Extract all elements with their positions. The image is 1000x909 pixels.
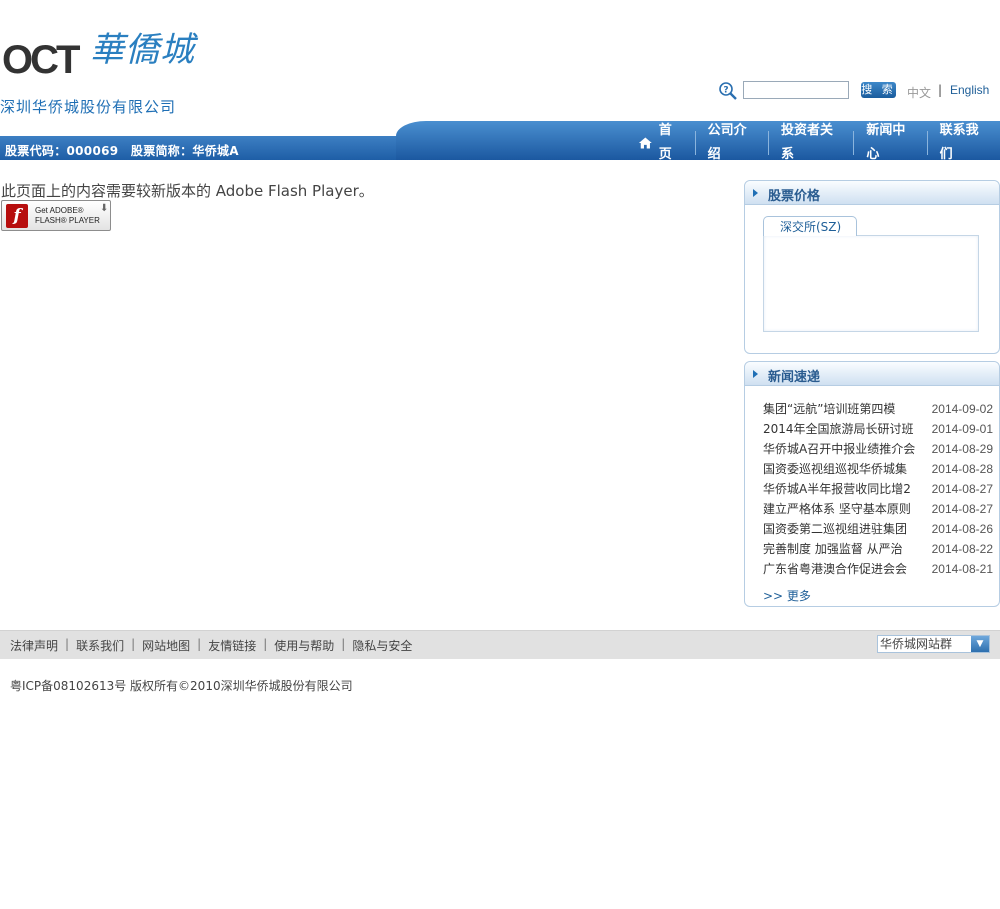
nav-item-label: 公司介绍 (707, 123, 747, 162)
site-group-select[interactable]: 华侨城网站群 ▼ (877, 635, 990, 653)
news-item[interactable]: 2014年全国旅游局长研讨班 2014-09-01 (763, 419, 993, 439)
news-panel: 新闻速递 集团“远航”培训班第四模 2014-09-02 2014年全国旅游局长研… (744, 361, 1000, 607)
stock-code: 股票代码：000069 (5, 144, 119, 158)
footer-separator: | (197, 637, 202, 651)
stock-info: 股票代码：000069 股票简称：华侨城A (5, 142, 247, 159)
news-item[interactable]: 广东省粤港澳合作促进会会 2014-08-21 (763, 559, 993, 579)
download-arrow-icon: ⬇ (100, 203, 109, 214)
site-group-value: 华侨城网站群 (880, 637, 953, 651)
news-date: 2014-08-27 (931, 502, 993, 516)
nav-item-label: 投资者关系 (780, 123, 833, 162)
footer-separator: | (263, 637, 268, 651)
footer-separator: | (341, 637, 346, 651)
nav-item-news[interactable]: 新闻中心 (854, 123, 928, 162)
footer-links: 法律声明 | 联系我们 | 网站地图 | 友情链接 | 使用与帮助 | 隐私与安… (10, 637, 412, 654)
nav-item-company[interactable]: 公司介绍 (696, 123, 769, 162)
nav-item-label: 联系我们 (939, 123, 979, 162)
footer-link-contact[interactable]: 联系我们 (76, 637, 124, 654)
news-title[interactable]: 建立严格体系 坚守基本原则 (763, 499, 918, 519)
flash-button-get: Get ADOBE® (35, 206, 84, 215)
news-title[interactable]: 集团“远航”培训班第四模 (763, 399, 918, 419)
news-date: 2014-08-21 (931, 562, 993, 576)
language-separator: | (938, 83, 943, 97)
news-item[interactable]: 华侨城A半年报营收同比增2 2014-08-27 (763, 479, 993, 499)
flash-required-message: 此页面上的内容需要较新版本的 Adobe Flash Player。 (1, 182, 374, 200)
footer-separator: | (65, 637, 70, 651)
get-flash-player-button[interactable]: f Get ADOBE® FLASH® PLAYER ⬇ (1, 200, 111, 231)
nav-item-contact[interactable]: 联系我们 (928, 123, 1000, 162)
footer-link-sitemap[interactable]: 网站地图 (142, 637, 190, 654)
company-logo[interactable]: OCT 華僑城 深圳华侨城股份有限公司 (0, 22, 200, 117)
language-chinese-link[interactable]: 中文 (907, 84, 931, 101)
copyright-text: 粤ICP备08102613号 版权所有©2010深圳华侨城股份有限公司 (10, 679, 353, 693)
panel-title: 新闻速递 (768, 370, 821, 385)
flash-button-text: Get ADOBE® FLASH® PLAYER (35, 206, 100, 226)
news-date: 2014-09-01 (931, 422, 993, 436)
logo-oct-text: OCT (2, 38, 80, 82)
news-more-link[interactable]: >> 更多 (763, 587, 811, 604)
flash-button-product: FLASH® PLAYER (35, 216, 100, 225)
news-date: 2014-08-26 (931, 522, 993, 536)
stock-short-name: 股票简称：华侨城A (130, 144, 239, 158)
news-title[interactable]: 广东省粤港澳合作促进会会 (763, 559, 918, 579)
news-list: 集团“远航”培训班第四模 2014-09-02 2014年全国旅游局长研讨班 201… (763, 399, 993, 579)
news-item[interactable]: 完善制度 加强监督 从严治 2014-08-22 (763, 539, 993, 559)
nav-item-label: 新闻中心 (866, 123, 906, 162)
news-item[interactable]: 国资委第二巡视组进驻集团 2014-08-26 (763, 519, 993, 539)
footer-link-privacy[interactable]: 隐私与安全 (352, 637, 412, 654)
news-title[interactable]: 国资委第二巡视组进驻集团 (763, 519, 918, 539)
stock-price-panel: 股票价格 深交所(SZ) (744, 180, 1000, 354)
svg-text:?: ? (723, 86, 728, 96)
news-date: 2014-08-28 (931, 462, 993, 476)
home-icon (638, 137, 652, 149)
news-item[interactable]: 集团“远航”培训班第四模 2014-09-02 (763, 399, 993, 419)
news-title[interactable]: 完善制度 加强监督 从严治 (763, 539, 918, 559)
footer-link-legal[interactable]: 法律声明 (10, 637, 58, 654)
panel-title: 股票价格 (768, 189, 821, 204)
nav-item-home[interactable]: 首页 (626, 123, 696, 162)
company-name: 深圳华侨城股份有限公司 (0, 98, 177, 116)
news-title[interactable]: 2014年全国旅游局长研讨班 (763, 419, 918, 439)
nav-item-investor[interactable]: 投资者关系 (769, 123, 855, 162)
arrow-right-icon (753, 189, 758, 197)
chevron-down-icon[interactable]: ▼ (971, 636, 989, 652)
panel-header: 股票价格 (745, 181, 999, 205)
panel-header: 新闻速递 (745, 362, 999, 386)
news-title[interactable]: 华侨城A半年报营收同比增2 (763, 479, 918, 499)
search-button[interactable]: 搜 索 (861, 82, 896, 98)
news-title[interactable]: 国资委巡视组巡视华侨城集 (763, 459, 918, 479)
news-item[interactable]: 国资委巡视组巡视华侨城集 2014-08-28 (763, 459, 993, 479)
main-nav: 首页 公司介绍 投资者关系 新闻中心 联系我们 (626, 123, 1000, 162)
news-title[interactable]: 华侨城A召开中报业绩推介会 (763, 439, 918, 459)
news-date: 2014-08-27 (931, 482, 993, 496)
news-item[interactable]: 建立严格体系 坚守基本原则 2014-08-27 (763, 499, 993, 519)
arrow-right-icon (753, 370, 758, 378)
flash-logo-icon: f (6, 204, 28, 228)
stock-price-box (763, 235, 979, 332)
news-date: 2014-08-22 (931, 542, 993, 556)
news-date: 2014-09-02 (931, 402, 993, 416)
search-input[interactable] (743, 81, 849, 99)
language-english-link[interactable]: English (950, 83, 989, 97)
footer-link-friends[interactable]: 友情链接 (208, 637, 256, 654)
footer-separator: | (131, 637, 136, 651)
footer-link-help[interactable]: 使用与帮助 (274, 637, 334, 654)
news-date: 2014-08-29 (931, 442, 993, 456)
news-item[interactable]: 华侨城A召开中报业绩推介会 2014-08-29 (763, 439, 993, 459)
tab-szse[interactable]: 深交所(SZ) (763, 216, 857, 236)
nav-item-label: 首页 (658, 123, 672, 162)
logo-chinese-text: 華僑城 (90, 30, 195, 70)
help-search-icon: ? (719, 82, 737, 100)
